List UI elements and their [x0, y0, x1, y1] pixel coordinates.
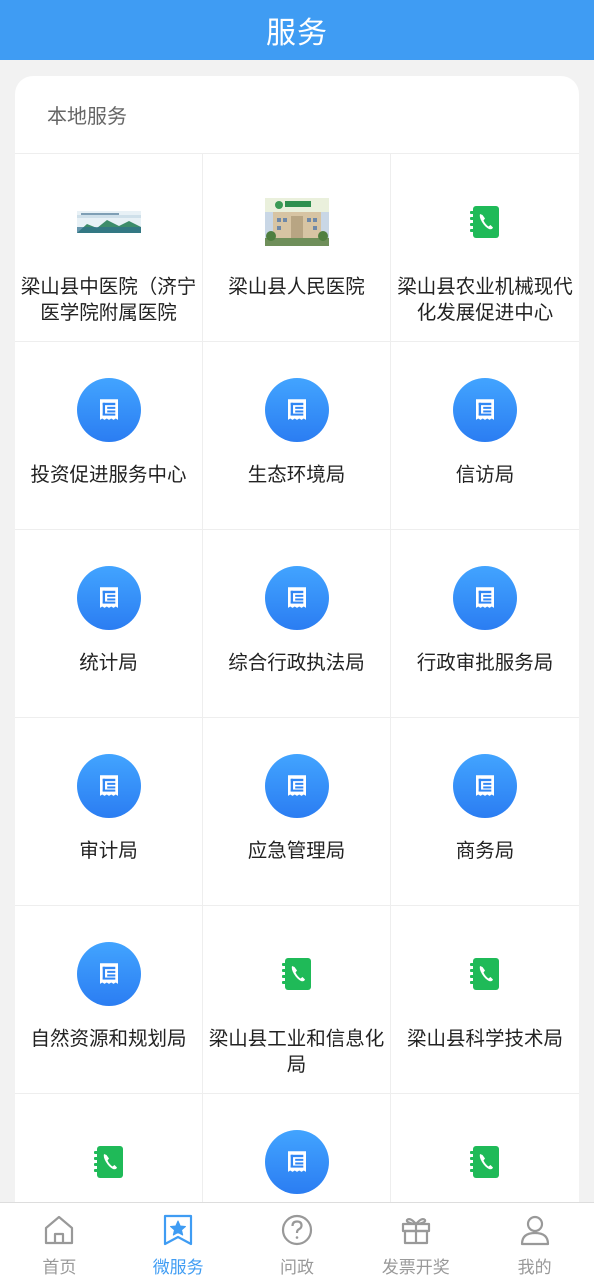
- tab-invoice-lottery[interactable]: 发票开奖: [356, 1203, 475, 1280]
- tab-label: 发票开奖: [381, 1258, 450, 1278]
- service-label: 梁山县人民医院: [228, 275, 365, 298]
- service-item[interactable]: 梁山县中医院（济宁医学院附属医院: [15, 154, 203, 342]
- document-icon: [264, 378, 329, 442]
- hospital-photo-icon: [76, 190, 141, 254]
- service-item[interactable]: 梁山县农业机械现代化发展促进中心: [391, 154, 579, 342]
- document-icon: [76, 754, 141, 818]
- document-icon: [76, 942, 141, 1006]
- service-item[interactable]: 信访局: [391, 342, 579, 530]
- section-title: 本地服务: [15, 76, 579, 154]
- service-label: 梁山县中医院（济宁医学院附属医院: [20, 275, 197, 324]
- service-label: 生态环境局: [247, 463, 346, 486]
- phone-book-icon: [453, 942, 517, 1006]
- bottom-tab-bar: 首页 微服务 问政 发票开奖 我的: [0, 1202, 594, 1280]
- service-item[interactable]: 审计局: [15, 718, 203, 906]
- document-icon: [264, 754, 329, 818]
- service-item[interactable]: 梁山县人民医院: [203, 154, 391, 342]
- tab-label: 我的: [517, 1258, 552, 1278]
- service-label: 行政审批服务局: [416, 651, 554, 674]
- services-grid: 梁山县中医院（济宁医学院附属医院 梁山县人民医院 梁山县农业机械现代化发展促进中心投…: [15, 154, 579, 1276]
- home-icon: [45, 1215, 74, 1245]
- service-label: 信访局: [455, 463, 515, 486]
- service-label: 审计局: [79, 839, 138, 862]
- service-label: 商务局: [455, 839, 515, 862]
- service-label: 梁山县工业和信息化局: [208, 1027, 385, 1076]
- tab-home[interactable]: 首页: [0, 1203, 119, 1280]
- service-item[interactable]: 生态环境局: [203, 342, 391, 530]
- service-item[interactable]: 统计局: [15, 530, 203, 718]
- tab-label: 微服务: [152, 1258, 204, 1278]
- service-item[interactable]: 综合行政执法局: [203, 530, 391, 718]
- document-icon: [76, 378, 141, 442]
- page-title: 服务: [266, 16, 328, 51]
- service-item[interactable]: 梁山县科学技术局: [391, 906, 579, 1094]
- phone-book-icon: [453, 190, 517, 254]
- tab-micro-services[interactable]: 微服务: [119, 1203, 238, 1280]
- document-icon: [453, 566, 517, 630]
- tab-label: 首页: [42, 1258, 77, 1278]
- tab-label: 问政: [279, 1258, 314, 1278]
- service-item[interactable]: 应急管理局: [203, 718, 391, 906]
- document-icon: [264, 566, 329, 630]
- tab-mine[interactable]: 我的: [475, 1203, 594, 1280]
- service-item[interactable]: 商务局: [391, 718, 579, 906]
- document-icon: [76, 566, 141, 630]
- service-item[interactable]: 行政审批服务局: [391, 530, 579, 718]
- question-icon: [281, 1214, 313, 1246]
- local-services-card: 本地服务 梁山县中医院（济宁医学院附属医院 梁山县人民医院 梁山县农业机械现代化发展…: [15, 76, 579, 1276]
- service-item[interactable]: 梁山县工业和信息化局: [203, 906, 391, 1094]
- service-label: 梁山县科学技术局: [406, 1027, 563, 1050]
- service-item[interactable]: 投资促进服务中心: [15, 342, 203, 530]
- service-item[interactable]: 自然资源和规划局: [15, 906, 203, 1094]
- document-icon: [264, 1130, 329, 1194]
- phone-book-icon: [453, 1130, 517, 1194]
- service-label: 梁山县农业机械现代化发展促进中心: [397, 275, 573, 324]
- service-label: 应急管理局: [247, 839, 346, 862]
- service-label: 统计局: [79, 651, 138, 674]
- document-icon: [453, 378, 517, 442]
- hospital-building-photo-icon: [264, 190, 329, 254]
- tab-inquiry[interactable]: 问政: [238, 1203, 357, 1280]
- phone-book-icon: [77, 1130, 141, 1194]
- document-icon: [453, 754, 517, 818]
- phone-book-icon: [265, 942, 329, 1006]
- star-bookmark-icon: [164, 1214, 193, 1246]
- header-bar: 服务: [0, 0, 594, 60]
- service-label: 自然资源和规划局: [30, 1027, 187, 1050]
- user-icon: [520, 1215, 549, 1246]
- service-label: 综合行政执法局: [228, 651, 365, 674]
- gift-icon: [401, 1218, 430, 1245]
- service-label: 投资促进服务中心: [30, 463, 187, 486]
